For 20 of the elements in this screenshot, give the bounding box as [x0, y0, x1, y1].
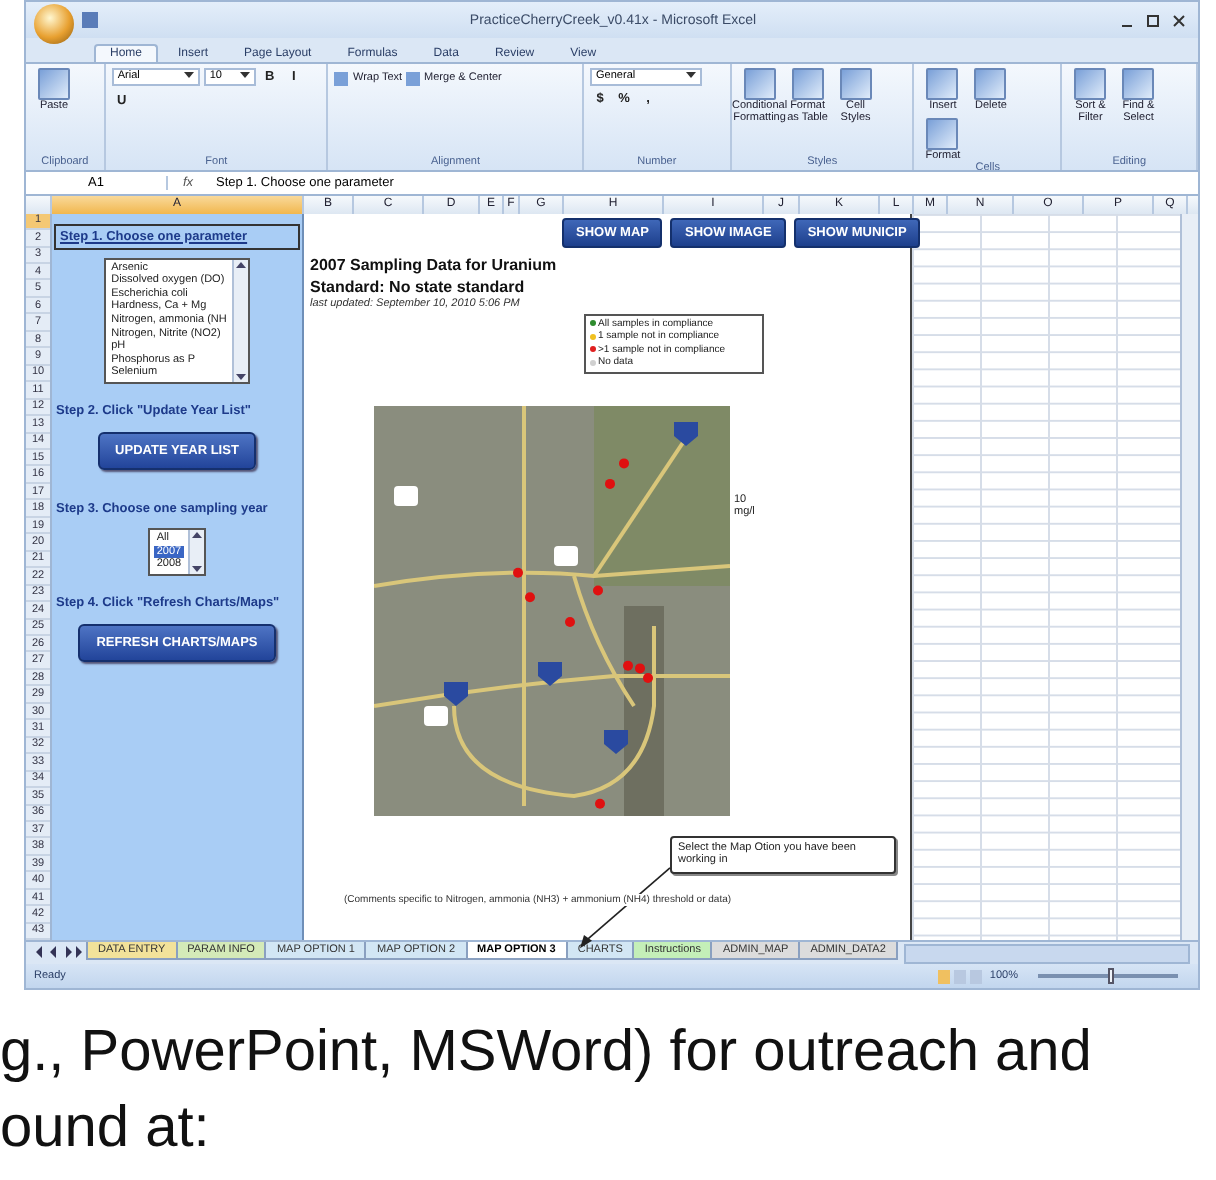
scroll-up-icon[interactable] — [189, 530, 204, 543]
zoom-thumb[interactable] — [1108, 968, 1114, 985]
maximize-icon[interactable] — [1146, 13, 1160, 27]
scroll-down-icon[interactable] — [234, 370, 249, 383]
office-button[interactable] — [34, 4, 74, 44]
horizontal-scrollbar[interactable] — [903, 944, 1190, 965]
report-title: 2007 Sampling Data for Uranium — [310, 255, 559, 274]
caret-icon[interactable] — [239, 72, 250, 81]
caret-icon[interactable] — [183, 72, 194, 81]
sheet-nav-icon[interactable] — [34, 944, 82, 961]
slide-text: g., PowerPoint, MSWord) for outreach and — [0, 1018, 1094, 1088]
close-icon[interactable] — [1172, 13, 1186, 27]
cell-grid[interactable] — [912, 213, 1180, 941]
vertical-scrollbar[interactable] — [1180, 213, 1198, 941]
slide-text: ound at: — [0, 1094, 212, 1164]
report-subtitle: Standard: No state standard — [310, 277, 527, 296]
zoom-slider[interactable] — [1038, 974, 1178, 979]
scroll-up-icon[interactable] — [234, 259, 249, 272]
caret-icon[interactable] — [686, 72, 697, 81]
scroll-down-icon[interactable] — [189, 561, 204, 574]
